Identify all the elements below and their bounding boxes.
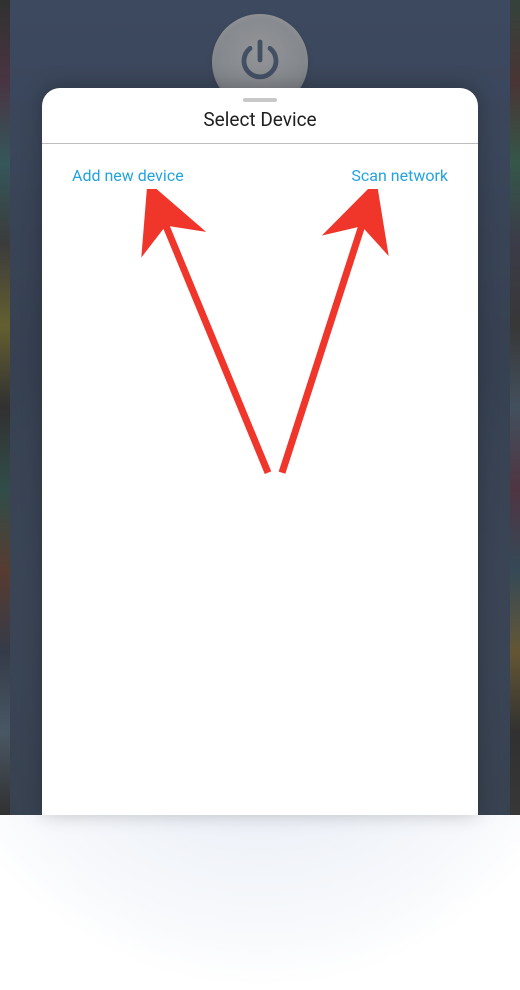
add-new-device-button[interactable]: Add new device bbox=[70, 162, 186, 189]
select-device-sheet: Select Device Add new device Scan networ… bbox=[42, 88, 478, 815]
sheet-body bbox=[42, 189, 478, 815]
scan-network-button[interactable]: Scan network bbox=[349, 162, 450, 189]
sheet-title: Select Device bbox=[42, 108, 478, 143]
annotation-arrows bbox=[42, 189, 478, 815]
sheet-actions-row: Add new device Scan network bbox=[42, 144, 478, 189]
sheet-grab-handle[interactable] bbox=[243, 98, 277, 102]
